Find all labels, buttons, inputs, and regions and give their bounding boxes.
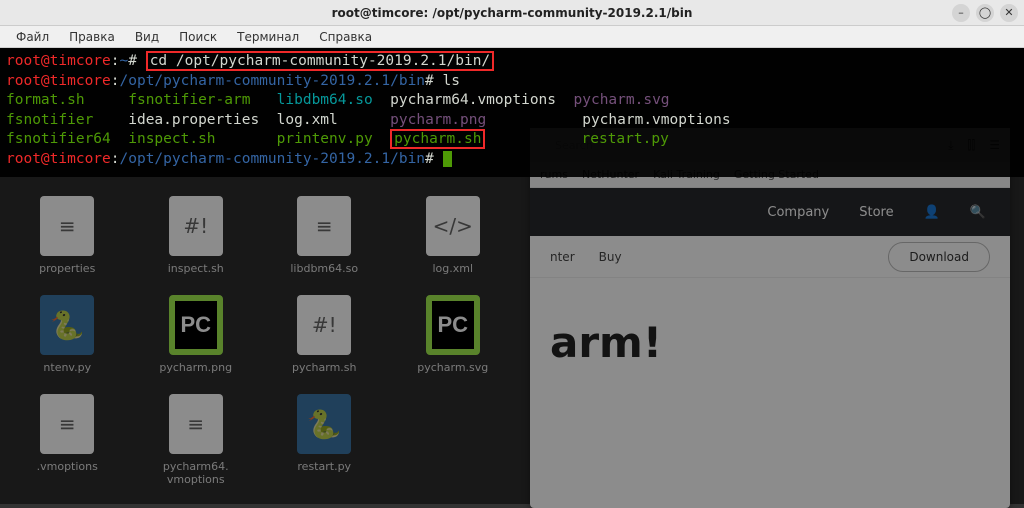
ls-file: fsnotifier: [6, 112, 93, 128]
site-nav-link[interactable]: Store: [859, 205, 893, 220]
cmd-ls: ls: [443, 73, 460, 89]
file-manager-grid: ≡ properties #! inspect.sh ≡ libdbm64.so </…: [0, 188, 520, 494]
prompt-sep: :: [111, 53, 120, 69]
code-file-icon: </>: [426, 196, 480, 256]
menu-file[interactable]: Файл: [8, 28, 57, 46]
file-item[interactable]: PC pycharm.png: [137, 295, 256, 374]
file-item[interactable]: #! inspect.sh: [137, 196, 256, 275]
ls-file: printenv.py: [277, 131, 373, 147]
text-file-icon: ≡: [40, 196, 94, 256]
terminal-cursor: [443, 151, 452, 167]
text-file-icon: ≡: [40, 394, 94, 454]
minimize-button[interactable]: –: [952, 4, 970, 22]
browser-window: Search ⤓ ⫿⫿ ☰ rums NetHunter Kali Traini…: [530, 128, 1010, 508]
subnav-link[interactable]: nter: [550, 250, 575, 264]
file-label: pycharm.sh: [292, 361, 357, 374]
pycharm-png-icon: PC: [169, 295, 223, 355]
close-button[interactable]: ✕: [1000, 4, 1018, 22]
window-title: root@timcore: /opt/pycharm-community-201…: [332, 6, 693, 20]
ls-file: pycharm64.vmoptions: [390, 92, 556, 108]
file-item[interactable]: ≡ libdbm64.so: [265, 196, 384, 275]
prompt-path: /opt/pycharm-community-2019.2.1/bin: [120, 151, 426, 167]
ls-file: format.sh: [6, 92, 85, 108]
file-item[interactable]: #! pycharm.sh: [265, 295, 384, 374]
site-headline: arm!: [530, 278, 1010, 407]
file-label: pycharm64. vmoptions: [137, 460, 256, 486]
file-item[interactable]: </> log.xml: [394, 196, 513, 275]
site-subnav: nter Buy Download: [530, 236, 1010, 278]
file-label: inspect.sh: [168, 262, 224, 275]
file-label: pycharm.png: [159, 361, 232, 374]
script-icon: #!: [297, 295, 351, 355]
menu-search[interactable]: Поиск: [171, 28, 225, 46]
file-item[interactable]: 🐍 restart.py: [265, 394, 384, 486]
prompt-hash: #: [425, 151, 442, 167]
terminal-output[interactable]: root@timcore:~# cd /opt/pycharm-communit…: [0, 48, 1024, 177]
menu-edit[interactable]: Правка: [61, 28, 123, 46]
site-nav-link[interactable]: Company: [767, 205, 829, 220]
python-file-icon: 🐍: [40, 295, 94, 355]
file-label: pycharm.svg: [417, 361, 488, 374]
maximize-button[interactable]: ◯: [976, 4, 994, 22]
file-label: restart.py: [297, 460, 351, 473]
script-icon: #!: [169, 196, 223, 256]
search-icon[interactable]: 🔍: [970, 205, 986, 220]
prompt-path-home: ~: [120, 53, 129, 69]
python-file-icon: 🐍: [297, 394, 351, 454]
file-label: ntenv.py: [43, 361, 91, 374]
prompt-user: root@timcore: [6, 53, 111, 69]
menubar: Файл Правка Вид Поиск Терминал Справка: [0, 26, 1024, 48]
prompt-user: root@timcore: [6, 73, 111, 89]
ls-file: pycharm.svg: [574, 92, 670, 108]
ls-file: restart.py: [582, 131, 669, 147]
prompt-user: root@timcore: [6, 151, 111, 167]
ls-file: log.xml: [277, 112, 338, 128]
text-file-icon: ≡: [169, 394, 223, 454]
window-titlebar: root@timcore: /opt/pycharm-community-201…: [0, 0, 1024, 26]
file-label: libdbm64.so: [290, 262, 358, 275]
prompt-sep: :: [111, 73, 120, 89]
subnav-link[interactable]: Buy: [599, 250, 622, 264]
ls-file: fsnotifier-arm: [128, 92, 250, 108]
window-controls: – ◯ ✕: [952, 4, 1018, 22]
file-item[interactable]: ≡ properties: [8, 196, 127, 275]
menu-view[interactable]: Вид: [127, 28, 167, 46]
ls-file: idea.properties: [128, 112, 259, 128]
prompt-path: /opt/pycharm-community-2019.2.1/bin: [120, 73, 426, 89]
file-label: properties: [39, 262, 95, 275]
ls-file: inspect.sh: [128, 131, 215, 147]
site-header: Company Store 👤 🔍: [530, 188, 1010, 236]
text-file-icon: ≡: [297, 196, 351, 256]
highlight-cmd-cd: cd /opt/pycharm-community-2019.2.1/bin/: [146, 51, 494, 71]
ls-file: pycharm.png: [390, 112, 486, 128]
file-label: log.xml: [432, 262, 473, 275]
prompt-hash: #: [128, 53, 145, 69]
file-item[interactable]: PC pycharm.svg: [394, 295, 513, 374]
download-button[interactable]: Download: [888, 242, 990, 272]
menu-help[interactable]: Справка: [311, 28, 380, 46]
ls-file: fsnotifier64: [6, 131, 111, 147]
prompt-sep: :: [111, 151, 120, 167]
file-item[interactable]: ≡ pycharm64. vmoptions: [137, 394, 256, 486]
menu-terminal[interactable]: Терминал: [229, 28, 307, 46]
highlight-pycharm-sh: pycharm.sh: [390, 129, 485, 149]
pycharm-svg-icon: PC: [426, 295, 480, 355]
ls-file: pycharm.vmoptions: [582, 112, 730, 128]
ls-file: libdbm64.so: [277, 92, 373, 108]
file-label: .vmoptions: [37, 460, 98, 473]
file-item[interactable]: 🐍 ntenv.py: [8, 295, 127, 374]
prompt-hash: #: [425, 73, 442, 89]
file-item[interactable]: ≡ .vmoptions: [8, 394, 127, 486]
person-icon[interactable]: 👤: [924, 205, 940, 220]
